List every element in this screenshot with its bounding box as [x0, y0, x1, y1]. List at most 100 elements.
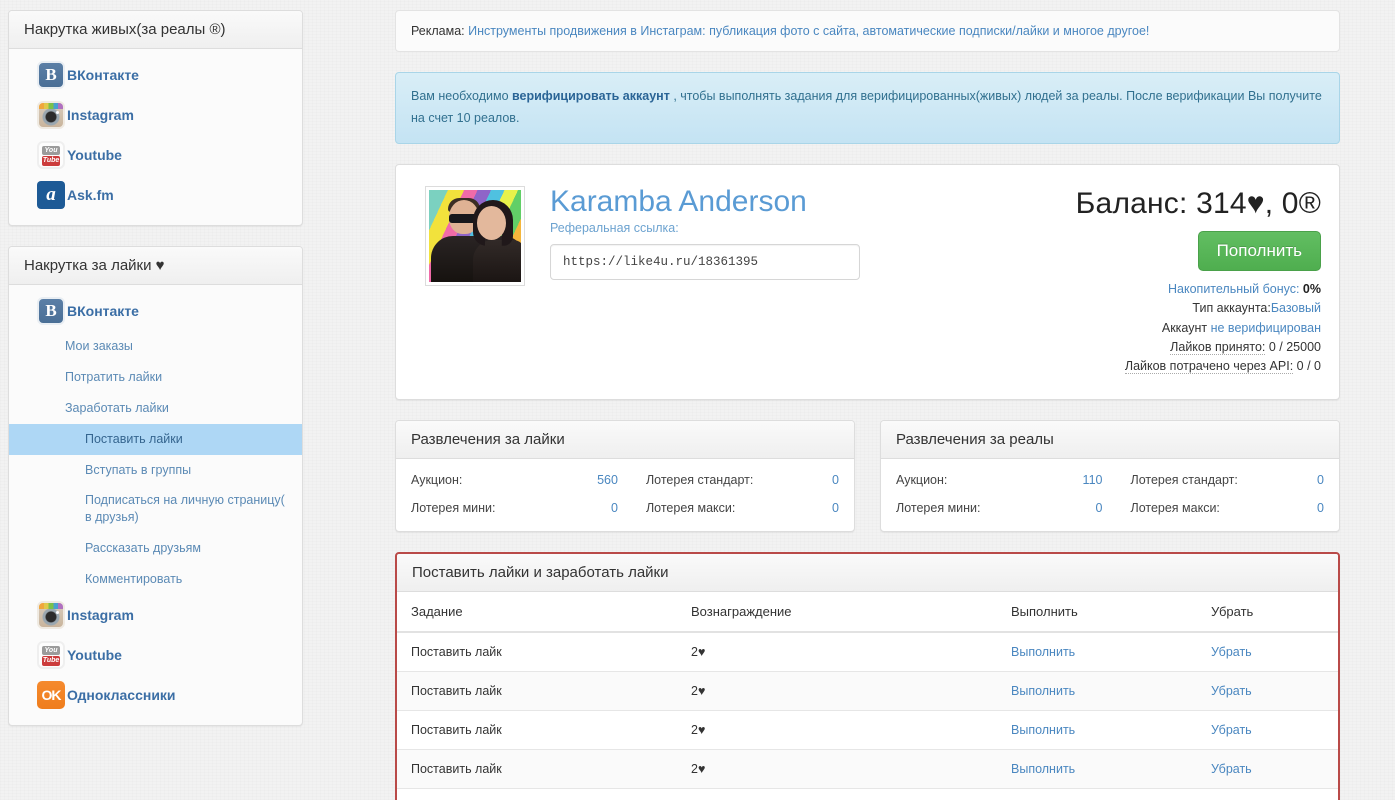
sidebar-item-earn-likes[interactable]: Заработать лайки [9, 393, 302, 424]
sidebar-item-vk-live[interactable]: B ВКонтакте [9, 55, 302, 95]
instagram-icon [37, 101, 65, 129]
ent-value: 560 [597, 472, 618, 487]
sidebar-panel-likes: Накрутка за лайки ♥ B ВКонтакте Мои зака… [8, 246, 303, 726]
task-reward-cell: 2♥ [677, 670, 997, 711]
entertainment-likes-title: Развлечения за лайки [396, 420, 854, 459]
verify-account-link[interactable]: верифицировать аккаунт [512, 89, 670, 103]
sidebar-item-odnoklassniki[interactable]: OK Одноклассники [9, 675, 302, 715]
table-row: Поставить лайк2♥ВыполнитьУбрать [397, 670, 1338, 711]
sidebar-item-instagram-live[interactable]: Instagram [9, 95, 302, 135]
task-do-cell: Выполнить [997, 670, 1197, 711]
page-root: Накрутка живых(за реалы ®) B ВКонтакте I… [0, 0, 1395, 800]
tasks-table-body: Поставить лайк 2♥ Выполнить Убрать Поставить… [397, 631, 1338, 800]
sidebar-item-my-orders[interactable]: Мои заказы [9, 331, 302, 362]
task-name-cell: Поставить лайк [397, 787, 677, 800]
sidebar-item-label: Instagram [67, 107, 134, 123]
ent-value: 0 [832, 500, 839, 515]
do-task-link[interactable]: Выполнить [1011, 762, 1075, 776]
task-remove-cell: Убрать [1197, 709, 1338, 750]
sidebar-item-askfm-live[interactable]: a Ask.fm [9, 175, 302, 215]
entertainment-reals-title: Развлечения за реалы [881, 420, 1339, 459]
sidebar-item-label: ВКонтакте [67, 303, 139, 319]
task-reward-cell: 2♥ [677, 787, 997, 800]
stat-likes-api-value: 0 / 0 [1296, 359, 1321, 374]
sidebar-item-spend-likes[interactable]: Потратить лайки [9, 362, 302, 393]
task-name-cell: Поставить лайк [397, 631, 677, 672]
tasks-table-header: Задание Вознаграждение Выполнить Убрать [397, 591, 1338, 633]
sidebar-item-youtube-likes[interactable]: You Tube Youtube [9, 635, 302, 675]
do-task-link[interactable]: Выполнить [1011, 723, 1075, 737]
sidebar-panel-live-title: Накрутка живых(за реалы ®) [9, 11, 302, 49]
sidebar-item-comment[interactable]: Комментировать [9, 564, 302, 595]
sidebar-item-join-groups[interactable]: Вступать в группы [9, 455, 302, 486]
entertainment-reals-grid: Аукцион: 110 Лотерея стандарт: 0 Лотерея… [881, 459, 1339, 531]
avatar [425, 185, 525, 286]
sidebar-item-instagram-likes[interactable]: Instagram [9, 595, 302, 635]
ent-label: Аукцион: [411, 472, 463, 487]
sidebar-item-label: Одноклассники [67, 686, 176, 703]
sidebar-item-tell-friends[interactable]: Рассказать друзьям [9, 533, 302, 564]
task-reward-cell: 2♥ [677, 709, 997, 750]
stat-likes-api: Лайков потрачено через API: 0 / 0 [976, 357, 1321, 376]
ent-label: Лотерея стандарт: [645, 472, 754, 487]
stat-likes-api-label: Лайков потрачено через API: [1124, 359, 1294, 375]
stat-verified: Аккаунт не верифицирован [976, 319, 1321, 338]
entertainment-row: Развлечения за лайки Аукцион: 560 Лотере… [395, 419, 1340, 552]
table-row: Поставить лайк2♥ВыполнитьУбрать [397, 709, 1338, 750]
task-reward-cell: 2♥ [677, 748, 997, 789]
stat-bonus-label[interactable]: Накопительный бонус: [1168, 282, 1299, 296]
stat-account-type-value[interactable]: Базовый [1271, 301, 1321, 315]
remove-task-link[interactable]: Убрать [1211, 723, 1252, 737]
vk-icon: B [37, 297, 65, 325]
remove-task-link[interactable]: Убрать [1211, 684, 1252, 698]
entertainment-reals-panel: Развлечения за реалы Аукцион: 110 Лотере… [880, 419, 1340, 532]
do-task-link[interactable]: Выполнить [1011, 645, 1075, 659]
main-content: Реклама: Инструменты продвижения в Инста… [395, 10, 1340, 800]
task-do-cell: Выполнить [997, 631, 1197, 672]
vk-icon: B [37, 61, 65, 89]
balance-panel: Баланс: 314♥, 0® Пополнить Накопительный… [976, 185, 1321, 377]
task-remove-cell: Убрать [1197, 787, 1338, 800]
youtube-icon: You Tube [37, 141, 65, 169]
ent-label: Лотерея макси: [645, 500, 736, 515]
stat-likes-accepted: Лайков принято: 0 / 25000 [976, 338, 1321, 357]
ad-prefix: Реклама: [411, 24, 465, 38]
entertainment-likes-panel: Развлечения за лайки Аукцион: 560 Лотере… [395, 419, 855, 532]
table-row: Поставить лайк2♥ Выполнить Убрать [397, 631, 1338, 672]
stat-bonus-value: 0% [1302, 281, 1321, 296]
table-row: Поставить лайк2♥ВыполнитьУбрать [397, 787, 1338, 800]
task-remove-cell: Убрать [1197, 748, 1338, 789]
column-header-remove: Убрать [1197, 591, 1338, 633]
sidebar-panel-likes-title: Накрутка за лайки ♥ [9, 247, 302, 285]
sidebar-item-vk-likes[interactable]: B ВКонтакте [9, 291, 302, 331]
referral-link-input[interactable] [550, 244, 860, 281]
ad-link[interactable]: Инструменты продвижения в Инстаграм: пуб… [468, 24, 1149, 38]
stat-likes-accepted-value: 0 / 25000 [1268, 339, 1321, 354]
task-do-cell: Выполнить [997, 748, 1197, 789]
askfm-icon: a [37, 181, 65, 209]
sidebar-item-subscribe-page[interactable]: Подписаться на личную страницу( в друзья… [9, 485, 302, 533]
instagram-icon [37, 600, 65, 629]
youtube-icon: You Tube [37, 640, 65, 669]
ent-label: Лотерея стандарт: [1130, 472, 1238, 487]
column-header-task: Задание [397, 591, 677, 633]
sidebar-item-youtube-live[interactable]: You Tube Youtube [9, 135, 302, 175]
sidebar: Накрутка живых(за реалы ®) B ВКонтакте I… [8, 10, 303, 746]
remove-task-link[interactable]: Убрать [1211, 645, 1252, 659]
sidebar-item-put-likes[interactable]: Поставить лайки [9, 423, 302, 455]
topup-button[interactable]: Пополнить [1197, 230, 1321, 271]
task-remove-cell: Убрать [1197, 670, 1338, 711]
column-header-do: Выполнить [997, 591, 1197, 633]
task-do-cell: Выполнить [997, 709, 1197, 750]
sidebar-nav-likes: B ВКонтакте Мои заказы Потратить лайки З… [9, 285, 302, 725]
alert-text-before: Вам необходимо [411, 89, 512, 103]
stat-verified-value[interactable]: не верифицирован [1211, 321, 1321, 335]
sidebar-item-label: Youtube [67, 646, 122, 663]
ent-value: 110 [1082, 472, 1103, 487]
column-header-reward: Вознаграждение [677, 591, 997, 633]
profile-info: Karamba Anderson Реферальная ссылка: [524, 185, 976, 281]
task-do-cell: Выполнить [997, 787, 1197, 800]
remove-task-link[interactable]: Убрать [1211, 762, 1252, 776]
task-reward-cell: 2♥ [677, 631, 997, 672]
do-task-link[interactable]: Выполнить [1011, 684, 1075, 698]
